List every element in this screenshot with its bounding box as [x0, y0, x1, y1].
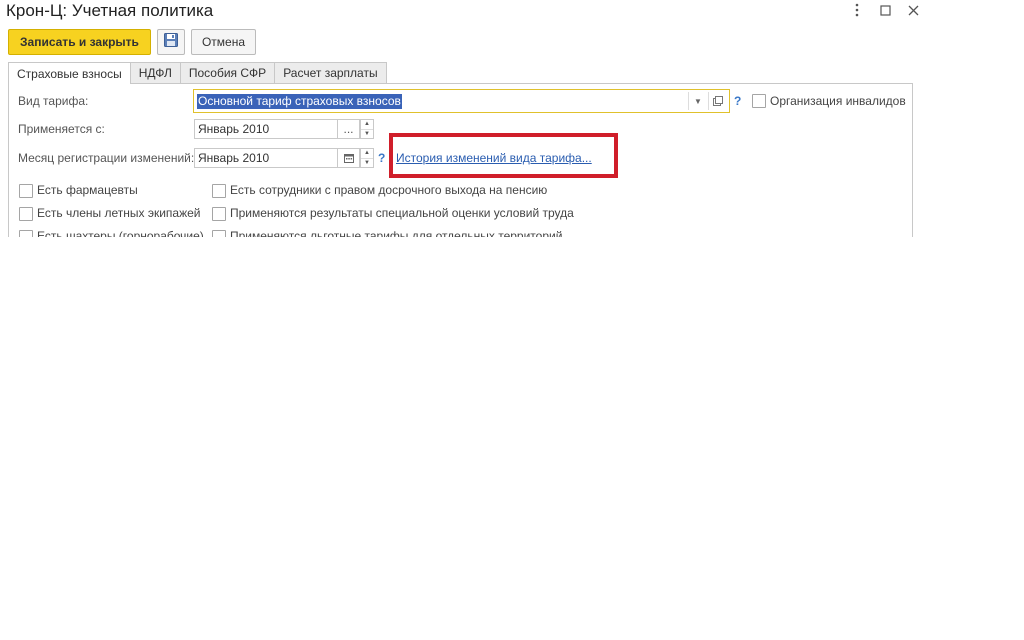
tab-insurance-contributions[interactable]: Страховые взносы	[8, 62, 131, 84]
save-and-close-button[interactable]: Записать и закрыть	[8, 29, 151, 55]
early-retirement-label: Есть сотрудники с правом досрочного выхо…	[230, 183, 548, 197]
tariff-field[interactable]: Основной тариф страховых взносов ▼	[193, 89, 730, 113]
invalid-org-checkbox[interactable]	[752, 94, 766, 108]
pharmacists-label: Есть фармацевты	[37, 183, 138, 197]
highlight-box	[389, 133, 618, 178]
tariff-value: Основной тариф страховых взносов	[197, 93, 402, 109]
miners-checkbox[interactable]	[19, 230, 33, 237]
tab-ndfl[interactable]: НДФЛ	[129, 62, 181, 83]
window-controls	[850, 2, 920, 18]
special-assessment-label: Применяются результаты специальной оценк…	[230, 206, 574, 220]
save-button[interactable]	[156, 29, 185, 55]
early-retirement-checkbox[interactable]	[212, 184, 226, 198]
calendar-icon[interactable]	[338, 148, 360, 168]
applies-from-input[interactable]: Январь 2010	[194, 119, 338, 139]
tab-bar: Страховые взносы НДФЛ Пособия СФР Расчет…	[8, 62, 387, 84]
more-icon[interactable]	[850, 2, 864, 18]
tab-sfr-benefits[interactable]: Пособия СФР	[179, 62, 276, 83]
tariff-help-icon[interactable]: ?	[734, 94, 741, 108]
applies-from-picker-button[interactable]: ...	[338, 119, 360, 139]
cancel-button[interactable]: Отмена	[190, 29, 256, 55]
reg-month-input[interactable]: Январь 2010	[194, 148, 338, 168]
pharmacists-checkbox[interactable]	[19, 184, 33, 198]
floppy-disk-icon	[163, 32, 178, 52]
toolbar: Записать и закрыть Отмена	[8, 29, 256, 55]
reg-month-stepper[interactable]: ▲ ▼	[360, 148, 374, 168]
invalid-org-label: Организация инвалидов	[770, 94, 906, 108]
tariff-label: Вид тарифа:	[18, 94, 89, 108]
preferential-tariffs-label: Применяются льготные тарифы для отдельны…	[230, 229, 563, 237]
open-form-icon[interactable]	[708, 92, 727, 110]
tab-payroll-calculation[interactable]: Расчет зарплаты	[274, 62, 387, 83]
chevron-down-icon[interactable]: ▼	[688, 92, 707, 110]
reg-month-help-icon[interactable]: ?	[378, 151, 385, 165]
preferential-tariffs-checkbox[interactable]	[212, 230, 226, 237]
close-icon[interactable]	[906, 2, 920, 18]
applies-from-label: Применяется с:	[18, 122, 105, 136]
applies-from-stepper[interactable]: ▲ ▼	[360, 119, 374, 139]
reg-month-label: Месяц регистрации изменений:	[18, 151, 195, 165]
flight-crew-checkbox[interactable]	[19, 207, 33, 221]
maximize-icon[interactable]	[878, 2, 892, 18]
window-title: Крон-Ц: Учетная политика	[6, 1, 214, 20]
flight-crew-label: Есть члены летных экипажей	[37, 206, 201, 220]
special-assessment-checkbox[interactable]	[212, 207, 226, 221]
miners-label: Есть шахтеры (горнорабочие)	[37, 229, 204, 237]
